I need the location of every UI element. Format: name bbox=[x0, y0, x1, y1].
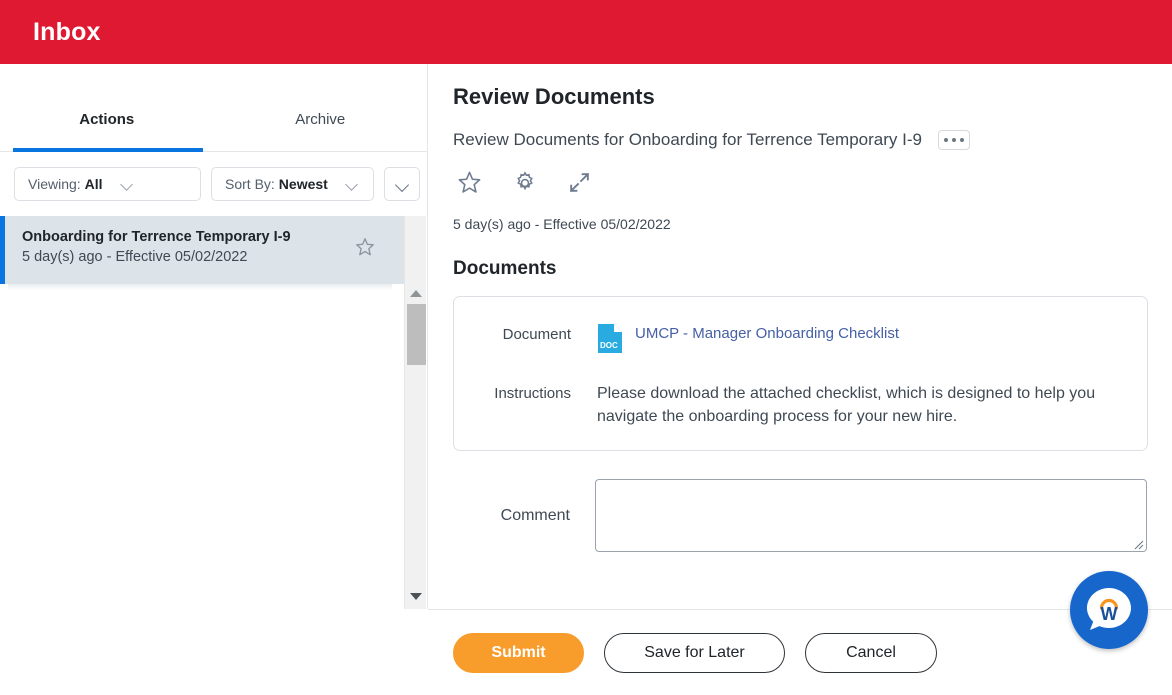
task-subtitle-row: Review Documents for Onboarding for Terr… bbox=[453, 128, 1147, 151]
documents-section-heading: Documents bbox=[453, 258, 557, 279]
task-title: Review Documents bbox=[453, 84, 655, 109]
tab-actions[interactable]: Actions bbox=[0, 102, 214, 152]
svg-text:DOC: DOC bbox=[600, 341, 618, 350]
task-detail-panel: Review Documents Review Documents for On… bbox=[428, 64, 1172, 609]
inbox-app: Inbox Actions Archive Viewing: All Sort … bbox=[0, 0, 1172, 695]
inbox-filter-row: Viewing: All Sort By: Newest bbox=[0, 160, 427, 208]
comment-label: Comment bbox=[500, 506, 570, 524]
app-header: Inbox bbox=[0, 0, 1172, 64]
doc-file-icon: DOC bbox=[597, 323, 623, 354]
dot bbox=[951, 137, 956, 142]
footer-left-strip bbox=[0, 609, 428, 695]
tab-archive-label: Archive bbox=[295, 111, 346, 128]
dot bbox=[959, 137, 964, 142]
task-meta: 5 day(s) ago - Effective 05/02/2022 bbox=[453, 216, 671, 232]
tab-actions-label: Actions bbox=[79, 111, 135, 128]
list-item-shadow bbox=[8, 284, 392, 290]
gear-icon[interactable] bbox=[512, 170, 538, 196]
inbox-left-panel: Actions Archive Viewing: All Sort By: Ne… bbox=[0, 64, 428, 609]
instructions-field-row: Instructions Please download the attache… bbox=[454, 382, 1147, 428]
instructions-field-label: Instructions bbox=[494, 385, 571, 402]
task-subtitle: Review Documents for Onboarding for Terr… bbox=[453, 130, 922, 149]
task-action-icons bbox=[456, 169, 1147, 196]
dot bbox=[943, 137, 948, 142]
favorite-star-icon[interactable] bbox=[354, 236, 376, 258]
resize-handle-icon[interactable] bbox=[1132, 537, 1144, 550]
svg-text:W: W bbox=[1101, 604, 1118, 624]
page-title: Inbox bbox=[33, 17, 101, 46]
scroll-up-arrow-icon[interactable] bbox=[405, 284, 427, 302]
instructions-text: Please download the attached checklist, … bbox=[597, 385, 1096, 425]
sort-by-value: Newest bbox=[278, 176, 328, 192]
submit-button[interactable]: Submit bbox=[453, 632, 584, 673]
inbox-list-item[interactable]: Onboarding for Terrence Temporary I-9 5 … bbox=[0, 216, 404, 284]
chevron-down-icon bbox=[121, 178, 134, 191]
scroll-down-arrow-icon[interactable] bbox=[405, 587, 427, 605]
document-field-row: Document DOC UMCP - Manager Onboarding C… bbox=[454, 323, 1147, 354]
star-icon[interactable] bbox=[456, 169, 483, 196]
document-link[interactable]: UMCP - Manager Onboarding Checklist bbox=[635, 323, 899, 342]
sort-by-select[interactable]: Sort By: Newest bbox=[211, 167, 374, 201]
inbox-item-subtitle: 5 day(s) ago - Effective 05/02/2022 bbox=[22, 249, 248, 265]
comment-row: Comment bbox=[453, 479, 1147, 552]
inbox-item-title: Onboarding for Terrence Temporary I-9 bbox=[22, 229, 291, 245]
document-field-label: Document bbox=[502, 326, 571, 343]
save-for-later-button[interactable]: Save for Later bbox=[604, 632, 785, 673]
expand-icon[interactable] bbox=[567, 170, 592, 195]
inbox-tabs: Actions Archive bbox=[0, 102, 427, 152]
cancel-button[interactable]: Cancel bbox=[805, 632, 937, 673]
inbox-list-scrollbar[interactable] bbox=[404, 216, 426, 609]
tab-archive[interactable]: Archive bbox=[214, 102, 428, 151]
viewing-filter-value: All bbox=[84, 176, 103, 192]
viewing-filter-label: Viewing: bbox=[28, 176, 81, 192]
chevron-down-icon bbox=[346, 178, 359, 191]
comment-input[interactable] bbox=[595, 479, 1147, 552]
documents-card: Document DOC UMCP - Manager Onboarding C… bbox=[453, 296, 1148, 451]
more-filters-button[interactable] bbox=[384, 167, 420, 201]
workday-assistant-button[interactable]: W bbox=[1070, 571, 1148, 649]
scrollbar-thumb[interactable] bbox=[407, 304, 426, 365]
viewing-filter-select[interactable]: Viewing: All bbox=[14, 167, 201, 201]
inbox-item-list: Onboarding for Terrence Temporary I-9 5 … bbox=[0, 216, 404, 609]
sort-by-label: Sort By: bbox=[225, 176, 275, 192]
task-action-bar: Submit Save for Later Cancel bbox=[428, 609, 1172, 695]
overflow-menu-icon[interactable] bbox=[937, 129, 970, 150]
document-row: DOC UMCP - Manager Onboarding Checklist bbox=[597, 323, 899, 354]
assistant-bubble-icon: W bbox=[1087, 588, 1131, 630]
